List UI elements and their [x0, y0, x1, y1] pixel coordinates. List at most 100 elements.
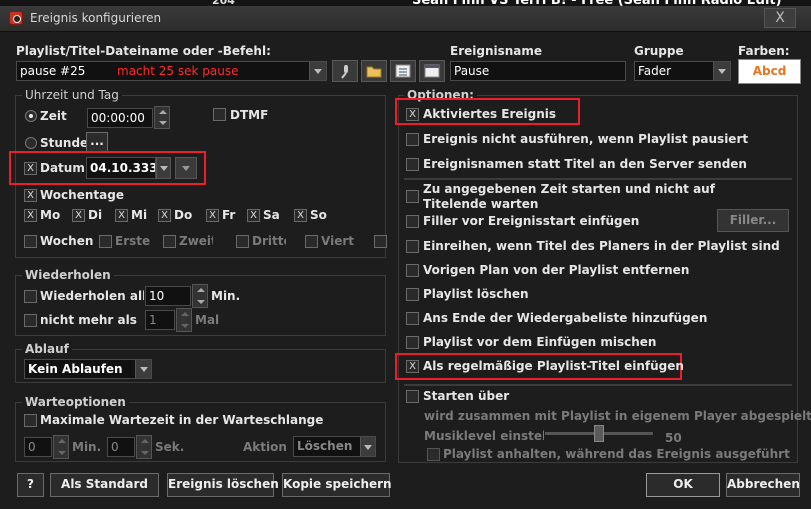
option-checkbox-einreihen[interactable] [406, 240, 419, 253]
list-icon [395, 64, 411, 78]
day-checkbox-sa[interactable]: X [247, 209, 260, 222]
dtmf-checkbox[interactable] [213, 108, 226, 121]
time-group-title: Uhrzeit und Tag [22, 88, 122, 102]
option-label-ans-ende: Ans Ende der Wiedergabeliste hinzufügen [423, 311, 708, 325]
wait-minutes-spinner[interactable] [53, 435, 69, 459]
option-checkbox-nicht-ausfuehren[interactable] [406, 133, 419, 146]
week-checkbox-zweite[interactable] [163, 235, 176, 248]
week-checkbox-erste[interactable] [99, 235, 112, 248]
pause-playlist-checkbox[interactable] [427, 448, 440, 461]
option-checkbox-ereignisnamen[interactable] [406, 158, 419, 171]
week-label-vierte: Vierte [321, 234, 354, 248]
day-checkbox-mo[interactable]: X [24, 209, 37, 222]
group-dropdown-arrow[interactable] [713, 62, 730, 80]
ablauf-select[interactable]: Kein Ablaufen [24, 359, 152, 379]
microphone-button[interactable] [332, 60, 358, 82]
day-label-mi: Mi [131, 208, 148, 222]
delete-event-button[interactable]: Ereignis löschen [167, 473, 279, 497]
day-label-so: So [310, 208, 327, 222]
stunde-radio[interactable] [25, 137, 37, 149]
option-checkbox-aktiviert[interactable]: X [406, 108, 419, 121]
pause-playlist-label: Playlist anhalten, während das Ereignis … [443, 447, 793, 461]
option-checkbox-vorigen-plan[interactable] [406, 264, 419, 277]
music-level-label: Musiklevel einstellen [424, 429, 544, 443]
title-bar: Ereignis konfigurieren [0, 6, 811, 32]
event-name-label: Ereignisname [450, 44, 543, 58]
datum-checkbox[interactable]: X [24, 162, 37, 175]
list-button[interactable] [390, 60, 416, 82]
filler-button[interactable]: Filler... [717, 209, 789, 232]
ablauf-dropdown-arrow[interactable] [135, 360, 151, 378]
zeit-label: Zeit [40, 109, 67, 123]
options-divider [404, 178, 792, 180]
option-label-aktiviert: Aktiviertes Ereignis [423, 107, 557, 121]
music-level-thumb[interactable] [594, 425, 604, 442]
window-button[interactable] [419, 60, 445, 82]
datum-label: Datum [40, 161, 85, 175]
option-checkbox-mischen[interactable] [406, 336, 419, 349]
datum-input[interactable]: 04.10.3333 [86, 157, 156, 179]
day-checkbox-di[interactable]: X [72, 209, 85, 222]
week-checkbox-dritte[interactable] [236, 235, 249, 248]
datum-secondary-dropdown[interactable] [175, 157, 197, 179]
playlist-annotation: macht 25 sek pause [117, 64, 239, 78]
set-default-button[interactable]: Als Standard [50, 473, 159, 497]
max-wait-checkbox[interactable] [24, 414, 37, 427]
day-label-di: Di [88, 208, 103, 222]
max-count-input[interactable]: 1 [145, 310, 175, 330]
max-wait-label: Maximale Wartezeit in der Warteschlange [40, 413, 324, 427]
day-checkbox-fr[interactable]: X [206, 209, 219, 222]
stunde-options-button[interactable]: ... [86, 132, 108, 153]
repeat-checkbox[interactable] [24, 290, 37, 303]
player-note: wird zusammen mit Playlist in eigenem Pl… [424, 409, 811, 423]
option-label-ereignisnamen: Ereignisnamen statt Titel an den Server … [423, 157, 747, 171]
option-checkbox-filler[interactable] [406, 215, 419, 228]
zeit-input[interactable]: 00:00:00 [87, 108, 153, 128]
wait-seconds-input[interactable]: 0 [107, 437, 135, 457]
repeat-interval-input[interactable]: 10 [145, 286, 191, 306]
group-value: Fader [638, 64, 672, 78]
option-label-vorigen-plan: Vorigen Plan von der Playlist entfernen [423, 263, 690, 277]
dtmf-label: DTMF [230, 108, 269, 122]
ablauf-value: Kein Ablaufen [28, 362, 123, 376]
max-count-spinner[interactable] [176, 308, 192, 332]
option-checkbox-ans-ende[interactable] [406, 312, 419, 325]
colors-label: Farben: [738, 44, 790, 58]
cancel-button[interactable]: Abbrechen [726, 473, 800, 497]
event-name-input[interactable]: Pause [450, 61, 626, 81]
save-copy-button[interactable]: Kopie speichern [282, 473, 392, 497]
option-checkbox-starten-ueber[interactable] [406, 390, 419, 403]
action-dropdown-arrow[interactable] [360, 437, 375, 456]
day-checkbox-do[interactable]: X [158, 209, 171, 222]
max-count-checkbox[interactable] [24, 314, 37, 327]
day-checkbox-so[interactable]: X [294, 209, 307, 222]
week-checkbox-vierte[interactable] [305, 235, 318, 248]
datum-dropdown-arrow[interactable] [156, 157, 171, 179]
zeit-radio[interactable] [25, 110, 37, 122]
color-sample-button[interactable]: Abcd [738, 59, 801, 84]
wochen-checkbox[interactable] [24, 235, 37, 248]
week-checkbox-fuenfte[interactable] [374, 235, 387, 248]
option-label-nicht-ausfuehren: Ereignis nicht ausführen, wenn Playlist … [423, 132, 749, 146]
close-button[interactable]: X [764, 8, 796, 28]
playlist-dropdown-arrow[interactable] [309, 62, 326, 80]
option-checkbox-playlist-loeschen[interactable] [406, 288, 419, 301]
options-divider-2 [404, 384, 792, 386]
option-checkbox-regelmaessig[interactable]: X [406, 360, 419, 373]
wait-minutes-input[interactable]: 0 [24, 437, 52, 457]
wochentage-checkbox[interactable]: X [24, 189, 37, 202]
zeit-spinner[interactable] [154, 106, 170, 129]
action-label: Aktion [243, 440, 287, 454]
window-icon [424, 64, 440, 78]
open-folder-button[interactable] [361, 60, 387, 82]
repeat-interval-spinner[interactable] [192, 284, 208, 308]
option-label-zeit-starten: Zu angegebenen Zeit starten und nicht au… [423, 182, 715, 211]
day-checkbox-mi[interactable]: X [115, 209, 128, 222]
help-button[interactable]: ? [17, 473, 44, 497]
ok-button[interactable]: OK [646, 473, 720, 497]
wait-seconds-spinner[interactable] [136, 435, 152, 459]
option-checkbox-zeit-starten[interactable] [406, 190, 419, 203]
playlist-combobox[interactable]: pause #25 macht 25 sek pause [16, 61, 327, 81]
week-label-erste: Erste [115, 234, 150, 248]
music-level-slider[interactable] [545, 425, 653, 443]
